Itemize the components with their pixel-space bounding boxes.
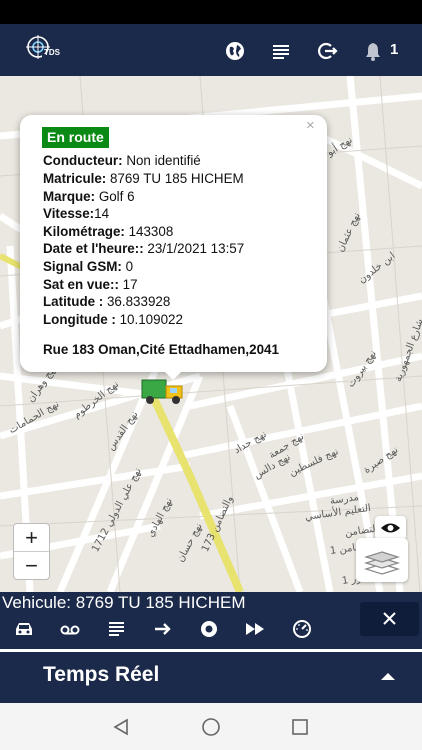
visibility-toggle-button[interactable] (375, 516, 406, 540)
car-icon[interactable] (13, 620, 35, 638)
info-label: Signal GSM: (43, 259, 122, 274)
info-value: 36.833928 (103, 294, 171, 309)
close-icon (383, 612, 396, 625)
fast-forward-icon[interactable] (244, 620, 266, 638)
close-vehicle-button[interactable] (360, 602, 419, 636)
layers-icon (363, 551, 401, 575)
app-header: TDS 1 (0, 24, 422, 76)
info-label: Latitude : (43, 294, 104, 309)
logo-text: TDS (44, 48, 60, 57)
vehicle-label: Vehicule: 8769 TU 185 HICHEM (2, 593, 246, 612)
list-icon[interactable] (106, 620, 128, 638)
vehicle-address: Rue 183 Oman,Cité Ettadhamen,2041 (43, 342, 279, 357)
info-value: 17 (118, 277, 138, 292)
realtime-title: Temps Réel (43, 663, 160, 686)
info-label: Conducteur: (43, 153, 123, 168)
zoom-in-button[interactable]: + (14, 524, 49, 552)
voicemail-icon[interactable] (59, 620, 81, 638)
info-row-speed: Vitesse:14 (43, 206, 109, 221)
bell-icon[interactable] (362, 40, 384, 62)
info-row-satellites: Sat en vue:: 17 (43, 277, 138, 292)
zoom-control: + − (13, 523, 50, 580)
record-icon[interactable] (198, 620, 220, 638)
status-badge: En route (42, 127, 109, 148)
arrow-right-icon[interactable] (152, 620, 174, 638)
info-row-datetime: Date et l'heure:: 23/1/2021 13:57 (43, 241, 244, 256)
info-value: Golf 6 (95, 189, 135, 204)
list-icon[interactable] (270, 40, 292, 62)
logout-icon[interactable] (316, 40, 338, 62)
zoom-out-button[interactable]: − (14, 552, 49, 580)
home-icon[interactable] (201, 718, 221, 736)
popup-pointer (163, 370, 183, 380)
info-row-brand: Marque: Golf 6 (43, 189, 135, 204)
info-label: Kilométrage: (43, 224, 125, 239)
info-row-gsm: Signal GSM: 0 (43, 259, 133, 274)
info-value: 8769 TU 185 HICHEM (106, 171, 244, 186)
map-layers-button[interactable] (356, 538, 408, 582)
info-value: 10.109022 (115, 312, 183, 327)
popup-close-button[interactable]: × (306, 117, 315, 134)
info-value: Non identifié (122, 153, 201, 168)
info-label: Longitude : (43, 312, 116, 327)
back-icon[interactable] (112, 718, 130, 736)
speedometer-icon[interactable] (291, 620, 313, 638)
recents-icon[interactable] (291, 718, 309, 736)
info-row-latitude: Latitude : 36.833928 (43, 294, 170, 309)
info-label: Marque: (43, 189, 96, 204)
info-value: 0 (121, 259, 134, 274)
info-label: Date et l'heure:: (43, 241, 144, 256)
eye-icon (381, 523, 400, 533)
info-row-driver: Conducteur: Non identifié (43, 153, 201, 168)
info-row-longitude: Longitude : 10.109022 (43, 312, 183, 327)
notification-count: 1 (390, 41, 399, 58)
chevron-up-icon[interactable] (381, 673, 395, 680)
info-value: 143308 (124, 224, 174, 239)
system-status-bar (0, 0, 422, 24)
info-row-mileage: Kilométrage: 143308 (43, 224, 173, 239)
info-label: Sat en vue:: (43, 277, 119, 292)
info-label: Matricule: (43, 171, 107, 186)
globe-icon[interactable] (224, 40, 246, 62)
info-row-plate: Matricule: 8769 TU 185 HICHEM (43, 171, 244, 186)
info-value: 23/1/2021 13:57 (143, 241, 245, 256)
info-value: 14 (94, 206, 110, 221)
info-label: Vitesse: (43, 206, 95, 221)
